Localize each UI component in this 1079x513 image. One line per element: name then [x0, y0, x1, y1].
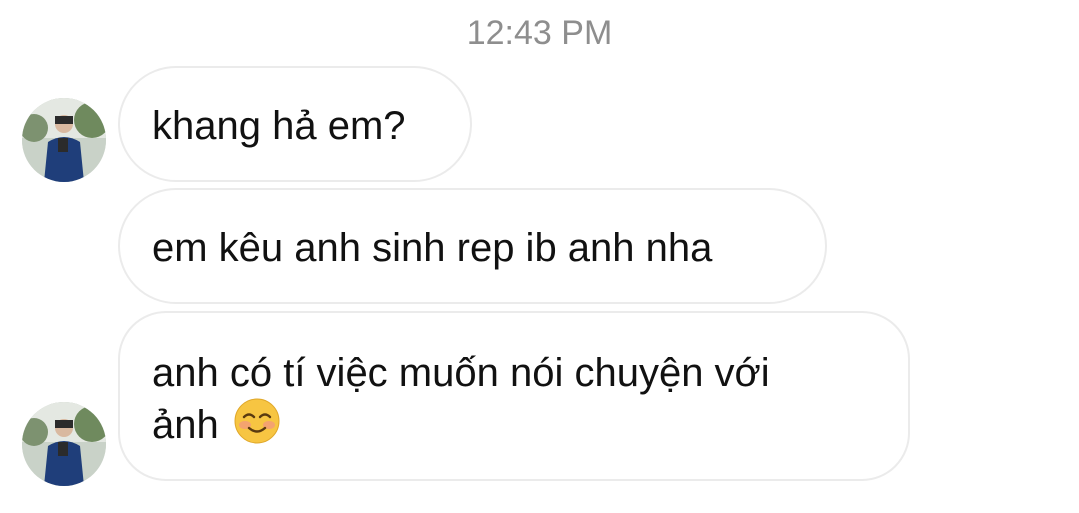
message-bubble[interactable]: anh có tí việc muốn nói chuyện với ảnh	[118, 311, 910, 481]
contact-avatar[interactable]	[22, 98, 106, 182]
message-text: khang hả em?	[152, 104, 406, 148]
message-text-line: anh có tí việc muốn nói chuyện với	[152, 351, 770, 395]
contact-avatar[interactable]	[22, 402, 106, 486]
message-text-line: ảnh	[152, 403, 219, 447]
message-text: em kêu anh sinh rep ib anh nha	[152, 226, 713, 270]
chat-thread: 12:43 PM khang hả em? em kêu anh sinh re…	[0, 0, 1079, 513]
message-bubble[interactable]: khang hả em?	[118, 66, 472, 182]
message-bubble[interactable]: em kêu anh sinh rep ib anh nha	[118, 188, 827, 304]
message-timestamp: 12:43 PM	[466, 14, 613, 52]
smiling-face-icon	[234, 398, 280, 456]
